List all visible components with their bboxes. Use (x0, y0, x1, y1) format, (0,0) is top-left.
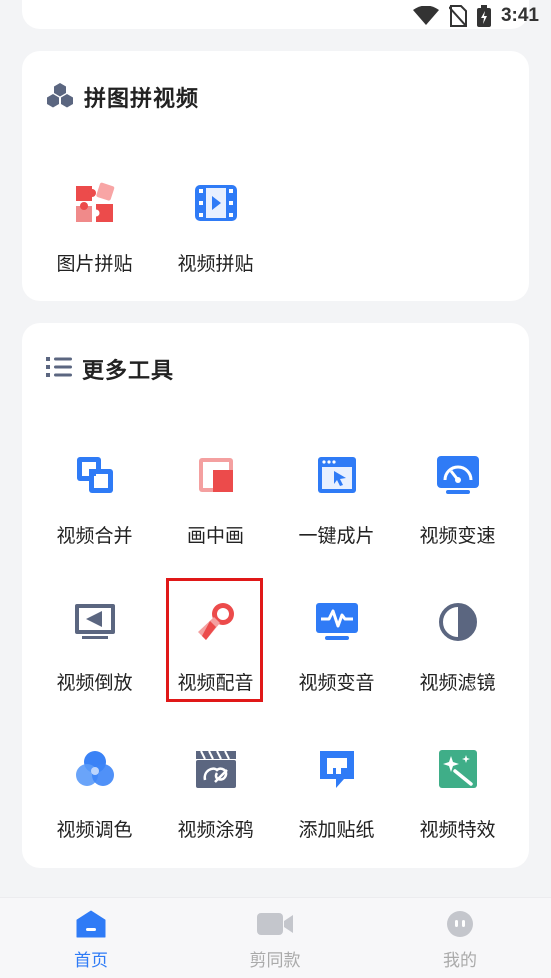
tool-label: 视频特效 (419, 819, 496, 841)
one-click-window-icon (315, 453, 359, 497)
tools-section-card: 更多工具 视频合并 画中画 一键成片 视频变速 视频倒放 视频配音 视频变音 视… (22, 323, 529, 868)
tool-video-merge[interactable]: 视频合并 (34, 431, 155, 561)
tool-label: 添加贴纸 (298, 819, 375, 841)
puzzle-icon (73, 181, 117, 225)
tools-section-title: 更多工具 (82, 359, 175, 384)
status-bar: 3:41 (412, 4, 539, 28)
tab-label: 我的 (443, 951, 477, 971)
speedometer-icon (436, 453, 480, 497)
tool-label: 一键成片 (298, 525, 375, 547)
tool-video-speed[interactable]: 视频变速 (397, 431, 518, 561)
selection-highlight-box (166, 578, 263, 702)
bottom-tab-bar: 首页 剪同款 我的 (0, 897, 551, 978)
voice-wave-monitor-icon (315, 600, 359, 644)
tool-label: 视频变音 (298, 672, 375, 694)
wifi-icon (412, 6, 439, 26)
tool-label: 视频调色 (56, 819, 133, 841)
tool-add-sticker[interactable]: 添加贴纸 (276, 725, 397, 855)
tool-video-filter[interactable]: 视频滤镜 (397, 578, 518, 708)
tool-label: 视频拼贴 (177, 253, 254, 275)
collage-section-header: 拼图拼视频 (46, 81, 199, 113)
tool-picture-in-picture[interactable]: 画中画 (155, 431, 276, 561)
no-sim-icon (448, 5, 467, 27)
collage-section-card: 拼图拼视频 图片拼贴 视频拼贴 (22, 51, 529, 301)
tab-template[interactable]: 剪同款 (225, 910, 325, 971)
picture-in-picture-icon (194, 453, 238, 497)
tool-label: 视频滤镜 (419, 672, 496, 694)
tab-home[interactable]: 首页 (41, 910, 141, 971)
clapper-doodle-icon (194, 747, 238, 791)
tools-section-header: 更多工具 (46, 353, 174, 385)
collage-section-title: 拼图拼视频 (84, 87, 200, 112)
tool-label: 视频变速 (419, 525, 496, 547)
list-icon (46, 356, 72, 382)
profile-face-icon (446, 910, 474, 942)
tool-label: 视频倒放 (56, 672, 133, 694)
battery-charging-icon (476, 5, 491, 27)
cubes-icon (46, 82, 74, 112)
sticker-icon (315, 747, 359, 791)
color-circles-icon (73, 747, 117, 791)
tab-mine[interactable]: 我的 (410, 910, 510, 971)
tab-label: 首页 (74, 951, 108, 971)
tool-label: 视频涂鸦 (177, 819, 254, 841)
tool-voice-change[interactable]: 视频变音 (276, 578, 397, 708)
half-circle-filter-icon (436, 600, 480, 644)
tool-one-click[interactable]: 一键成片 (276, 431, 397, 561)
tool-label: 画中画 (186, 525, 244, 547)
tool-video-effects[interactable]: 视频特效 (397, 725, 518, 855)
sparkle-effects-icon (436, 747, 480, 791)
reverse-play-icon (73, 600, 117, 644)
tool-label: 图片拼贴 (56, 253, 133, 275)
clock-time: 3:41 (500, 5, 539, 26)
tool-video-reverse[interactable]: 视频倒放 (34, 578, 155, 708)
film-icon (194, 181, 238, 225)
merge-icon (73, 453, 117, 497)
video-camera-icon (256, 910, 294, 942)
tool-video-collage[interactable]: 视频拼贴 (155, 159, 276, 289)
tool-image-collage[interactable]: 图片拼贴 (34, 159, 155, 289)
home-icon (75, 910, 107, 942)
tool-color-grading[interactable]: 视频调色 (34, 725, 155, 855)
tool-video-doodle[interactable]: 视频涂鸦 (155, 725, 276, 855)
tab-label: 剪同款 (249, 951, 301, 971)
tool-label: 视频合并 (56, 525, 133, 547)
